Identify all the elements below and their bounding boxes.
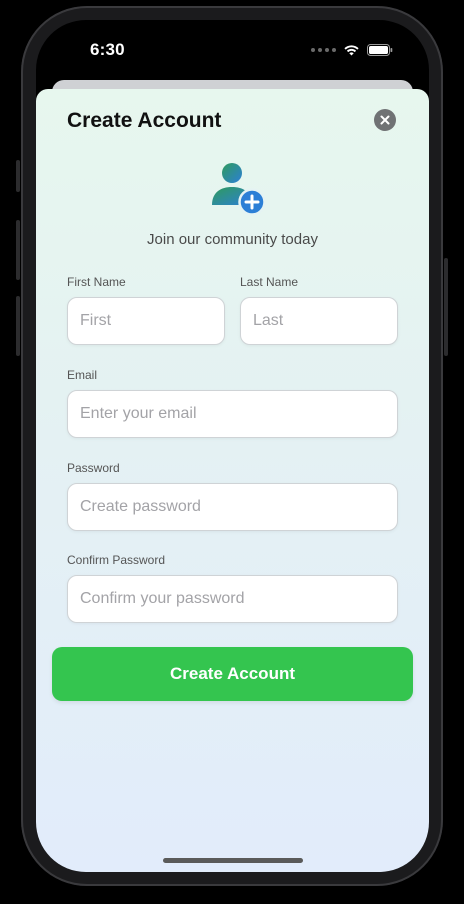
volume-down-button [16, 296, 20, 356]
first-name-label: First Name [67, 275, 126, 289]
status-icons [311, 44, 393, 56]
close-button[interactable] [374, 109, 396, 131]
confirm-password-placeholder: Confirm your password [80, 590, 245, 607]
side-button [16, 160, 20, 192]
last-name-label: Last Name [240, 275, 299, 289]
password-placeholder: Create password [80, 498, 201, 515]
battery-icon [367, 44, 393, 56]
home-indicator[interactable] [163, 858, 303, 863]
email-placeholder: Enter your email [80, 405, 197, 422]
person-add-icon [212, 163, 266, 216]
status-time: 6:30 [90, 40, 125, 59]
tagline: Join our community today [147, 231, 318, 248]
screen: 6:30 Create Account Join our community t… [36, 20, 429, 872]
email-field[interactable]: Enter your email [67, 390, 398, 438]
first-name-placeholder: First [80, 312, 112, 329]
signal-dots-icon [311, 48, 336, 52]
email-label: Email [67, 368, 98, 382]
create-account-button[interactable]: Create Account [52, 647, 413, 701]
password-label: Password [67, 461, 120, 475]
last-name-placeholder: Last [253, 312, 284, 329]
password-field[interactable]: Create password [67, 483, 398, 531]
close-icon [380, 115, 390, 125]
create-account-sheet: Create Account Join our community today … [36, 89, 429, 872]
first-name-field[interactable]: First [67, 297, 225, 345]
sheet-title: Create Account [67, 109, 222, 132]
confirm-password-field[interactable]: Confirm your password [67, 575, 398, 623]
wifi-icon [344, 45, 359, 56]
last-name-field[interactable]: Last [240, 297, 398, 345]
confirm-password-label: Confirm Password [67, 553, 166, 567]
power-button [444, 258, 448, 356]
volume-up-button [16, 220, 20, 280]
